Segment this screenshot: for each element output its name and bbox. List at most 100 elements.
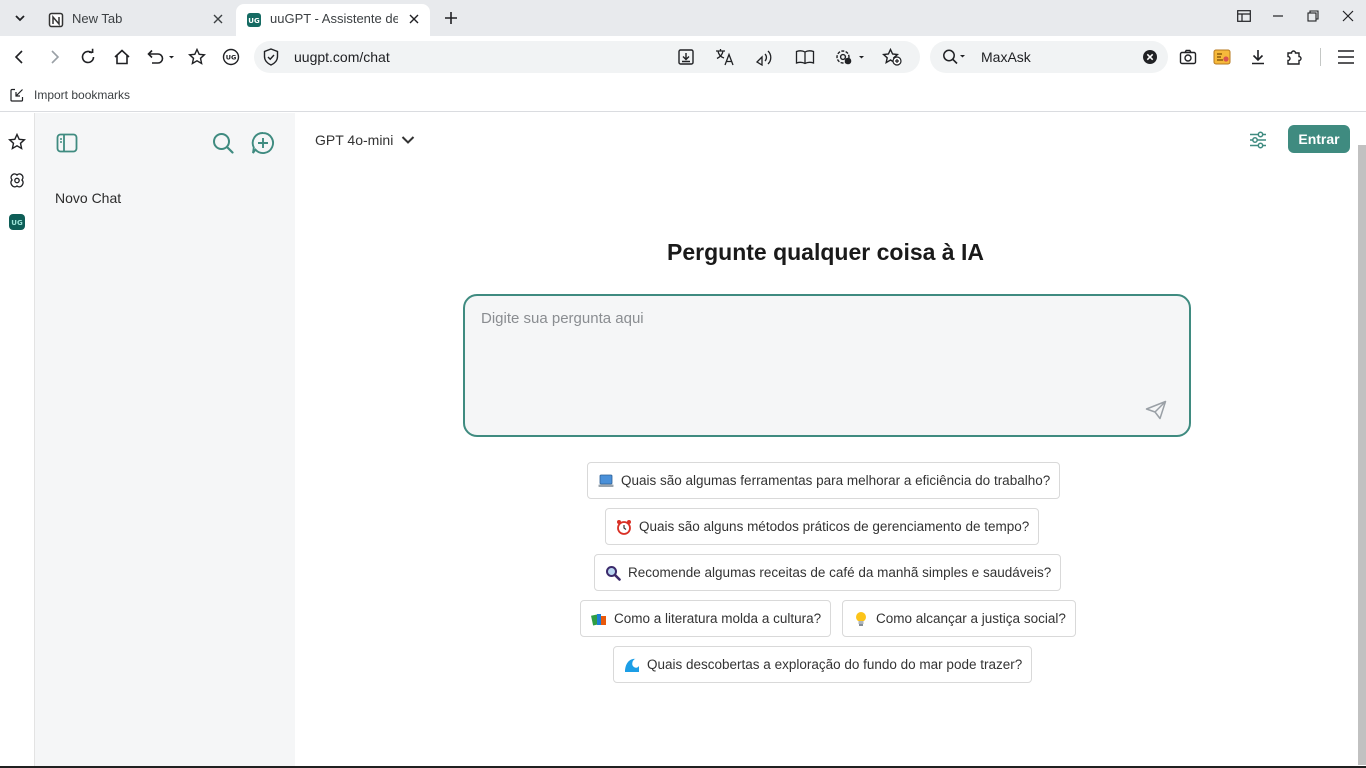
import-icon <box>8 87 26 103</box>
settings-button[interactable] <box>1245 127 1271 153</box>
uugpt-icon: UG <box>246 12 262 28</box>
minimize-icon <box>1273 15 1283 17</box>
read-aloud-icon <box>755 50 772 66</box>
bookmark-label: Import bookmarks <box>34 88 131 102</box>
extension-button[interactable] <box>1209 44 1235 70</box>
favorites-button[interactable] <box>184 44 210 70</box>
light-bulb-icon <box>853 611 869 627</box>
search-icon <box>943 49 965 65</box>
plus-icon <box>445 12 457 24</box>
chat-list-item[interactable]: Novo Chat <box>55 190 121 206</box>
new-chat-button[interactable] <box>249 129 277 157</box>
magnifier-icon <box>605 565 621 581</box>
tracking-prevention-button[interactable] <box>832 45 866 69</box>
reload-button[interactable] <box>75 44 101 70</box>
chevron-down-icon <box>401 132 417 148</box>
browser-toolbar: UG uugpt.com/chat MaxAsk <box>0 36 1366 78</box>
close-tab-icon[interactable] <box>406 11 422 27</box>
search-engine-name: MaxAsk <box>981 49 1031 65</box>
menu-button[interactable] <box>1333 44 1359 70</box>
tab-title: uuGPT - Assistente de C <box>270 11 398 26</box>
undo-close-tab-button[interactable] <box>142 44 178 70</box>
cookie-gear-icon <box>836 50 864 65</box>
install-app-button[interactable] <box>673 45 699 69</box>
ai-sidebar-button[interactable] <box>5 169 29 193</box>
arrow-left-icon <box>14 50 23 64</box>
new-chat-icon <box>251 132 274 154</box>
login-button[interactable]: Entrar <box>1288 125 1350 153</box>
back-button[interactable] <box>7 44 33 70</box>
notion-icon <box>48 12 64 28</box>
arrow-right-icon <box>51 50 60 64</box>
suggestion-text: Quais são alguns métodos práticos de ger… <box>639 519 1030 534</box>
suggestion-text: Como alcançar a justiça social? <box>876 611 1066 626</box>
suggestion-chip[interactable]: Recomende algumas receitas de café da ma… <box>594 554 1062 591</box>
uugpt-extension-button[interactable]: UG <box>218 44 244 70</box>
address-bar[interactable]: uugpt.com/chat <box>254 41 920 73</box>
suggestion-chip[interactable]: Quais descobertas a exploração do fundo … <box>613 646 1033 683</box>
prompt-input[interactable]: Digite sua pergunta aqui <box>463 294 1191 437</box>
screenshot-button[interactable] <box>1175 44 1201 70</box>
bookmarks-bar: Import bookmarks <box>0 78 1366 112</box>
search-icon <box>213 133 234 154</box>
svg-text:UG: UG <box>248 17 260 25</box>
suggestion-chip[interactable]: Quais são alguns métodos práticos de ger… <box>605 508 1040 545</box>
new-tab-button[interactable] <box>438 6 464 30</box>
suggestion-text: Recomende algumas receitas de café da ma… <box>628 565 1052 580</box>
reload-icon <box>81 48 95 64</box>
close-window-button[interactable] <box>1334 4 1362 28</box>
chat-main: GPT 4o-mini Entrar Pergunte qualquer coi… <box>295 113 1366 768</box>
tab-layout-button[interactable] <box>1230 4 1258 28</box>
tab-title: New Tab <box>72 11 123 26</box>
page-scrollbar[interactable] <box>1358 145 1366 765</box>
search-engine-selector[interactable] <box>942 48 968 66</box>
shield-icon[interactable] <box>262 48 280 66</box>
read-aloud-button[interactable] <box>752 45 778 69</box>
restore-button[interactable] <box>1299 4 1327 28</box>
search-box[interactable]: MaxAsk <box>930 41 1168 73</box>
prompt-placeholder: Digite sua pergunta aqui <box>481 310 644 327</box>
toggle-sidebar-button[interactable] <box>53 129 81 157</box>
chat-sidebar: Novo Chat <box>35 113 295 768</box>
page-title: Pergunte qualquer coisa à IA <box>667 239 984 265</box>
toolbar-divider <box>1320 48 1321 66</box>
tab-strip: New Tab UG uuGPT - Assistente de C <box>0 0 1366 36</box>
reader-mode-button[interactable] <box>792 45 818 69</box>
model-label: GPT 4o-mini <box>315 132 394 148</box>
home-button[interactable] <box>109 44 135 70</box>
tab-new-tab[interactable]: New Tab <box>38 4 234 36</box>
restore-icon <box>1307 10 1319 22</box>
star-add-icon <box>882 48 902 66</box>
translate-button[interactable] <box>712 45 738 69</box>
bookmark-import[interactable]: Import bookmarks <box>8 84 130 106</box>
suggestion-text: Quais descobertas a exploração do fundo … <box>647 657 1023 672</box>
minimize-button[interactable] <box>1264 4 1292 28</box>
books-icon <box>591 611 607 627</box>
wave-icon <box>624 657 640 673</box>
model-selector[interactable]: GPT 4o-mini <box>315 130 417 150</box>
sidebar-panel-icon <box>56 133 78 153</box>
downloads-button[interactable] <box>1245 44 1271 70</box>
camera-icon <box>1179 49 1197 65</box>
extensions-button[interactable] <box>1281 44 1307 70</box>
laptop-icon <box>598 473 614 489</box>
suggestion-chip[interactable]: Como alcançar a justiça social? <box>842 600 1076 637</box>
add-favorite-button[interactable] <box>879 45 905 69</box>
tab-list-button[interactable] <box>6 6 34 30</box>
download-box-icon <box>678 49 694 65</box>
download-icon <box>1252 50 1264 65</box>
suggestion-chip[interactable]: Como a literatura molda a cultura? <box>580 600 832 637</box>
tab-uugpt[interactable]: UG uuGPT - Assistente de C <box>236 4 430 36</box>
star-icon <box>188 48 206 65</box>
favorites-sidebar-button[interactable] <box>5 130 29 154</box>
clear-search-icon[interactable] <box>1142 49 1158 65</box>
close-tab-icon[interactable] <box>210 11 226 27</box>
uugpt-sidebar-button[interactable]: UG <box>5 210 29 234</box>
forward-button[interactable] <box>41 44 67 70</box>
reader-mode-icon <box>795 50 815 65</box>
send-icon[interactable] <box>1145 399 1167 421</box>
svg-text:UG: UG <box>11 219 23 227</box>
search-chats-button[interactable] <box>209 129 237 157</box>
suggestion-text: Quais são algumas ferramentas para melho… <box>621 473 1051 488</box>
suggestion-chip[interactable]: Quais são algumas ferramentas para melho… <box>587 462 1061 499</box>
